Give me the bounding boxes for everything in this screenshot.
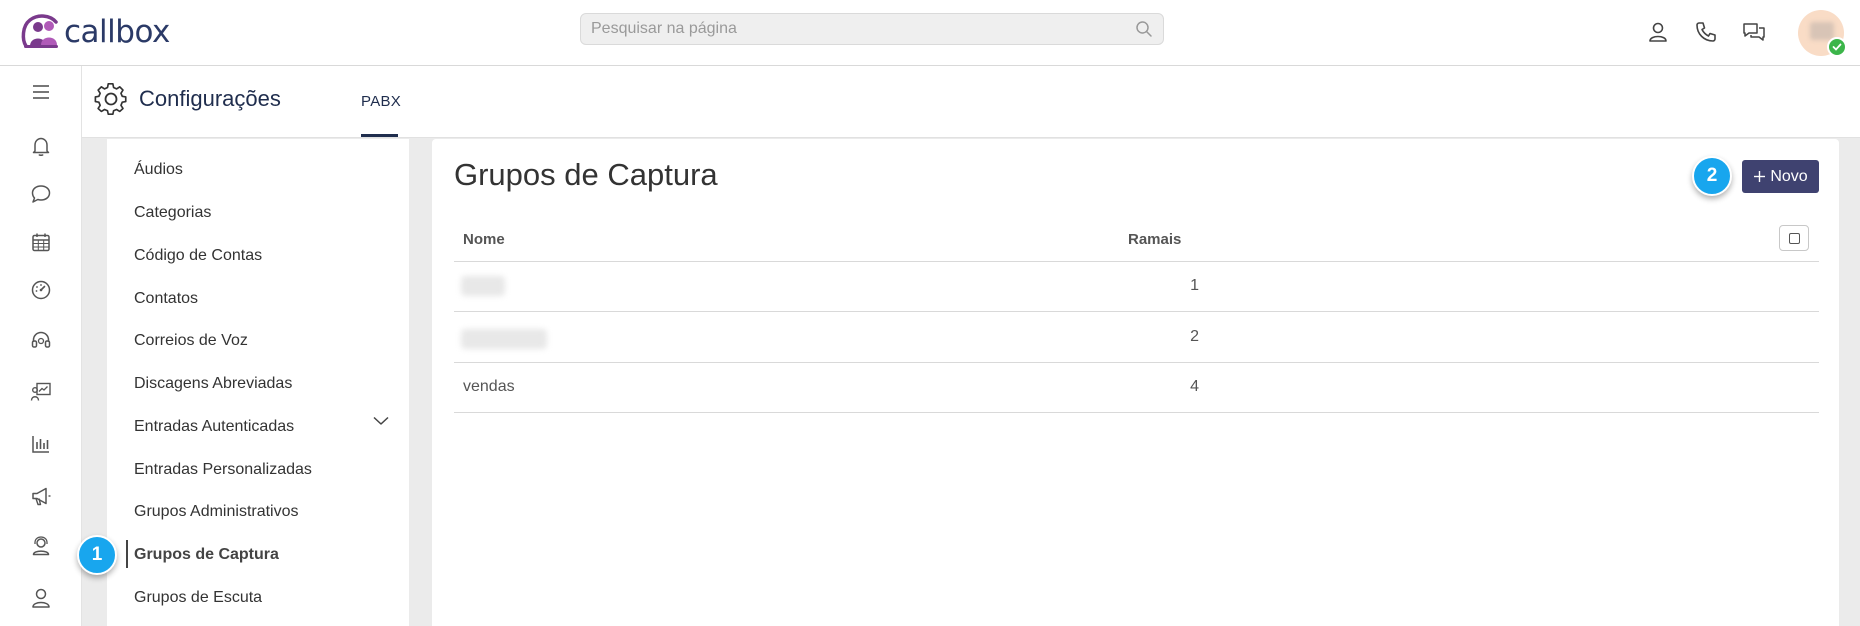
brand-name: callbox	[64, 14, 170, 50]
submenu-item-contatos[interactable]: Contatos	[134, 290, 198, 308]
submenu-item-grupos-administrativos[interactable]: Grupos Administrativos	[134, 503, 299, 521]
submenu-item-entradas-personalizadas[interactable]: Entradas Personalizadas	[134, 461, 312, 479]
checkbox-square-icon	[1788, 232, 1800, 244]
row-ramais: 1	[1190, 277, 1199, 294]
submenu-item-grupos-de-escuta[interactable]: Grupos de Escuta	[134, 589, 262, 607]
callbox-logo[interactable]: callbox	[20, 12, 170, 52]
column-header-nome[interactable]: Nome	[463, 231, 505, 248]
column-header-ramais[interactable]: Ramais	[1128, 231, 1181, 248]
megaphone-icon[interactable]	[29, 484, 53, 508]
phone-icon[interactable]	[1694, 20, 1718, 44]
user-profile-icon[interactable]	[29, 586, 53, 610]
blurred-name	[461, 329, 547, 349]
avatar-image	[1810, 22, 1834, 40]
bar-chart-icon[interactable]	[29, 432, 53, 456]
row-ramais: 2	[1190, 328, 1199, 345]
submenu-item-discagens-abreviadas[interactable]: Discagens Abreviadas	[134, 375, 292, 393]
submenu-item-codigo-de-contas[interactable]: Código de Contas	[134, 247, 262, 265]
online-status-icon	[1827, 37, 1847, 57]
active-item-indicator	[126, 540, 128, 568]
settings-submenu: Áudios Categorias Código de Contas Conta…	[107, 139, 409, 626]
submenu-item-categorias[interactable]: Categorias	[134, 204, 211, 222]
tab-pabx[interactable]: PABX	[361, 93, 401, 110]
submenu-item-grupos-de-captura[interactable]: Grupos de Captura	[134, 546, 279, 564]
submenu-item-entradas-autenticadas[interactable]: Entradas Autenticadas	[134, 418, 294, 436]
search-box[interactable]	[580, 13, 1164, 45]
search-input[interactable]	[581, 14, 1163, 44]
chat-bubbles-icon[interactable]	[1742, 20, 1766, 44]
callbox-logo-icon	[21, 14, 58, 48]
left-nav-rail	[0, 66, 82, 626]
headset-icon[interactable]	[29, 328, 53, 352]
blurred-name	[461, 276, 505, 296]
section-title: Grupos de Captura	[454, 157, 718, 192]
submenu-item-correios-de-voz[interactable]: Correios de Voz	[134, 332, 248, 350]
table-row[interactable]: vendas 4	[454, 363, 1819, 413]
active-tab-indicator	[361, 134, 398, 137]
page-title: Configurações	[139, 86, 281, 111]
step-badge-1: 1	[77, 535, 117, 575]
new-group-button[interactable]: Novo	[1742, 160, 1819, 193]
user-icon[interactable]	[1646, 20, 1670, 44]
hamburger-menu-icon[interactable]	[29, 80, 53, 104]
top-header: callbox	[0, 0, 1860, 66]
bell-icon[interactable]	[29, 134, 53, 158]
support-agent-icon[interactable]	[29, 534, 53, 558]
table-row[interactable]: 2	[454, 313, 1819, 363]
row-name: vendas	[463, 378, 515, 395]
step-badge-2: 2	[1692, 156, 1732, 196]
presentation-icon[interactable]	[29, 380, 53, 404]
gear-icon	[94, 83, 127, 116]
calendar-icon[interactable]	[29, 230, 53, 254]
column-toggle-checkbox[interactable]	[1779, 225, 1809, 251]
new-button-label: Novo	[1770, 167, 1808, 185]
submenu-item-audios[interactable]: Áudios	[134, 161, 183, 179]
chat-icon[interactable]	[29, 182, 53, 206]
settings-header: Configurações PABX	[82, 66, 1860, 138]
avatar[interactable]	[1798, 10, 1847, 57]
chevron-down-icon[interactable]	[373, 416, 389, 426]
plus-icon	[1754, 171, 1766, 182]
table-row[interactable]: 1	[454, 262, 1819, 312]
main-panel: Grupos de Captura Novo Nome Ramais 1 2 v…	[432, 139, 1839, 626]
search-icon[interactable]	[1135, 20, 1153, 38]
row-ramais: 4	[1190, 378, 1199, 395]
dashboard-gauge-icon[interactable]	[29, 278, 53, 302]
